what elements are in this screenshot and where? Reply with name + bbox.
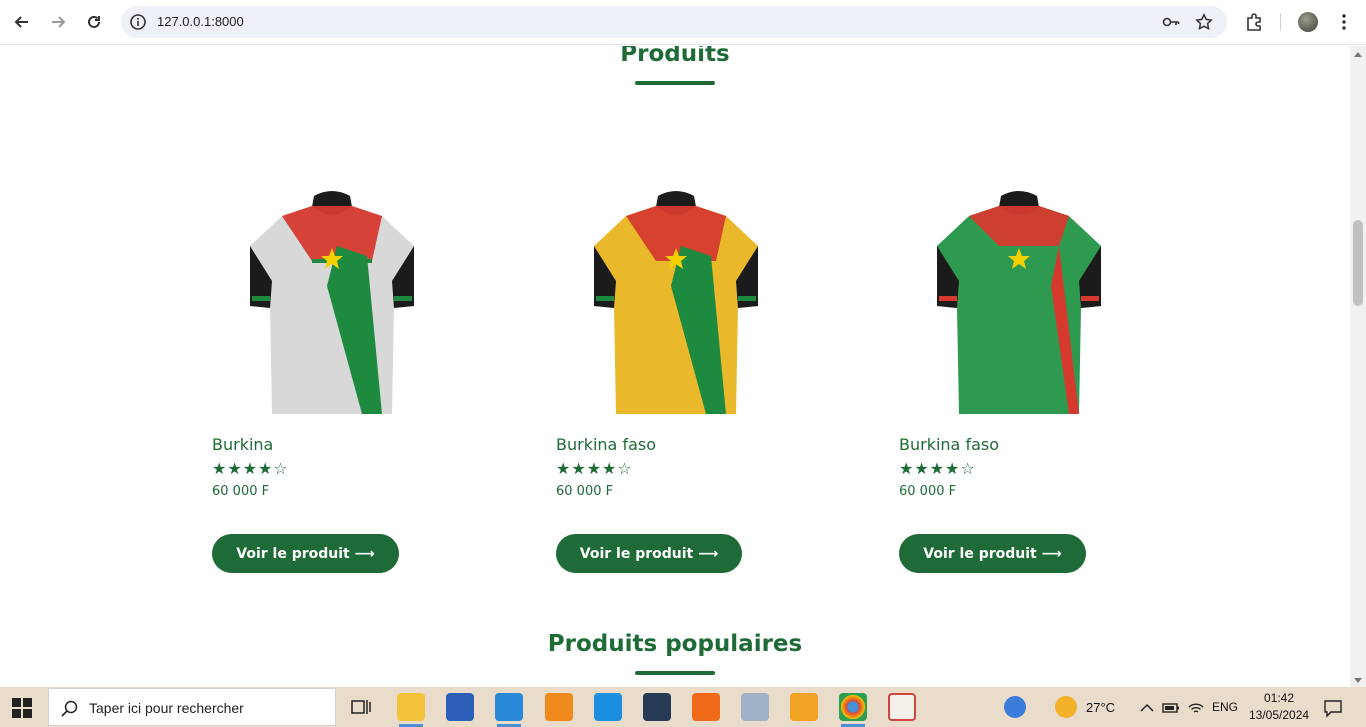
image-viewer-icon[interactable] xyxy=(741,693,769,721)
view-product-button[interactable]: Voir le produit ⟶ xyxy=(212,534,399,573)
jersey-image[interactable] xyxy=(586,186,766,426)
chrome-icon[interactable] xyxy=(839,693,867,727)
app-icon[interactable] xyxy=(790,693,818,721)
back-button[interactable] xyxy=(9,9,35,35)
vscode-icon[interactable] xyxy=(495,693,523,727)
notifications-icon[interactable] xyxy=(1323,698,1343,718)
scroll-thumb[interactable] xyxy=(1353,220,1363,306)
site-info-icon[interactable] xyxy=(129,13,147,31)
popular-products-title: Produits populaires xyxy=(547,631,803,657)
arrow-left-icon xyxy=(14,16,28,28)
word-icon[interactable] xyxy=(446,693,474,721)
paint-icon[interactable] xyxy=(888,693,916,721)
task-view-icon[interactable] xyxy=(347,693,375,721)
xampp-icon[interactable] xyxy=(692,693,720,721)
language-indicator[interactable]: ENG xyxy=(1212,700,1238,714)
forward-button[interactable] xyxy=(45,9,71,35)
product-rating-stars: ★★★★☆ xyxy=(556,459,633,478)
view-product-button[interactable]: Voir le produit ⟶ xyxy=(556,534,742,573)
page-viewport: Produits Burkina ★★★★☆ 60 000 F Voir le … xyxy=(0,46,1350,687)
toolbar-separator xyxy=(1280,13,1281,31)
product-name[interactable]: Burkina faso xyxy=(556,435,656,454)
visual-studio-icon[interactable] xyxy=(643,693,671,721)
view-product-button[interactable]: Voir le produit ⟶ xyxy=(899,534,1086,573)
wifi-icon[interactable] xyxy=(1187,699,1205,717)
clock-date[interactable]: 13/05/2024 xyxy=(1249,708,1309,722)
battery-icon[interactable] xyxy=(1162,699,1180,717)
virtualbox-icon[interactable] xyxy=(594,693,622,721)
weather-icon[interactable] xyxy=(1055,696,1077,718)
clock-time[interactable]: 01:42 xyxy=(1264,691,1294,705)
search-icon xyxy=(61,700,78,717)
taskbar-search[interactable]: Taper ici pour rechercher xyxy=(48,688,336,726)
key-icon[interactable] xyxy=(1162,13,1180,31)
title-underline xyxy=(635,671,715,675)
menu-kebab-icon[interactable] xyxy=(1333,11,1355,33)
reload-icon xyxy=(88,15,100,28)
browser-toolbar: 127.0.0.1:8000 xyxy=(0,0,1366,45)
product-rating-stars: ★★★★☆ xyxy=(212,459,289,478)
windows-start-icon[interactable] xyxy=(12,698,32,718)
extensions-icon[interactable] xyxy=(1244,11,1266,33)
profile-avatar[interactable] xyxy=(1298,12,1318,32)
page-scrollbar[interactable] xyxy=(1350,46,1366,687)
search-placeholder: Taper ici pour rechercher xyxy=(89,700,244,716)
weather-temp[interactable]: 27°C xyxy=(1086,700,1115,715)
product-name[interactable]: Burkina xyxy=(212,435,273,454)
scroll-up-arrow-icon[interactable] xyxy=(1354,52,1362,57)
chevron-up-icon[interactable] xyxy=(1138,699,1156,717)
help-icon[interactable] xyxy=(1004,696,1026,718)
windows-taskbar: Taper ici pour rechercher 27°C ENG 01:42… xyxy=(0,687,1366,727)
jersey-image[interactable] xyxy=(242,186,422,426)
products-section-title: Produits xyxy=(620,46,730,67)
reload-button[interactable] xyxy=(81,9,107,35)
title-underline xyxy=(635,81,715,85)
scroll-down-arrow-icon[interactable] xyxy=(1354,678,1362,683)
arrow-right-icon xyxy=(52,16,66,28)
vlc-icon[interactable] xyxy=(545,693,573,721)
jersey-image[interactable] xyxy=(929,186,1109,426)
file-explorer-icon[interactable] xyxy=(397,693,425,727)
star-bookmark-icon[interactable] xyxy=(1195,13,1213,31)
product-price: 60 000 F xyxy=(212,484,270,499)
product-rating-stars: ★★★★☆ xyxy=(899,459,976,478)
address-bar[interactable]: 127.0.0.1:8000 xyxy=(121,6,1227,38)
product-price: 60 000 F xyxy=(556,484,614,499)
product-price: 60 000 F xyxy=(899,484,957,499)
product-name[interactable]: Burkina faso xyxy=(899,435,999,454)
url-text[interactable]: 127.0.0.1:8000 xyxy=(157,14,244,29)
